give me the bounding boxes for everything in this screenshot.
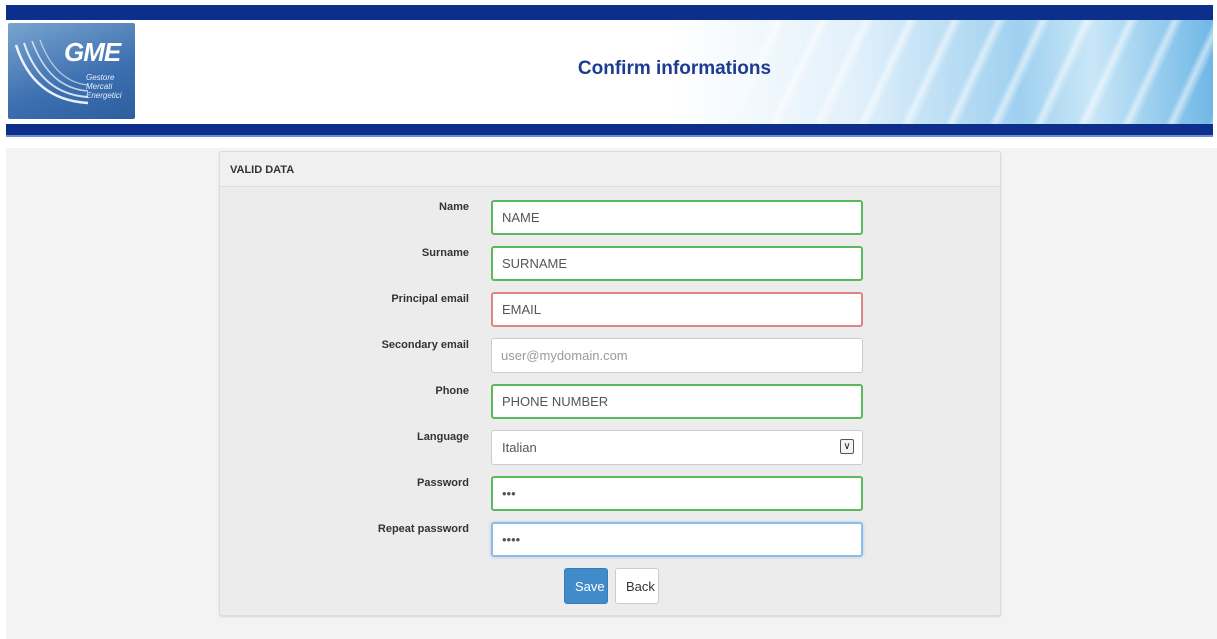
form-row-secondary-email: Secondary email (220, 338, 1002, 374)
principal-email-label: Principal email (391, 293, 469, 305)
language-select[interactable]: Italian ∨ (491, 430, 863, 465)
password-input[interactable] (491, 476, 863, 511)
page-title: Confirm informations (577, 58, 772, 79)
form-row-language: Language Italian ∨ (220, 430, 1002, 466)
header-top-bar (6, 5, 1213, 20)
save-button[interactable]: Save (564, 568, 608, 604)
repeat-password-input[interactable] (491, 522, 863, 557)
back-button[interactable]: Back (615, 568, 659, 604)
phone-input[interactable] (491, 384, 863, 419)
chevron-down-icon[interactable]: ∨ (840, 439, 854, 454)
name-input[interactable] (491, 200, 863, 235)
surname-label: Surname (421, 247, 469, 259)
panel-heading: Valid data (220, 152, 1000, 187)
logo-subtitle-line: Mercati (86, 82, 113, 91)
secondary-email-input[interactable] (491, 338, 863, 373)
header-bottom-bar (6, 124, 1213, 135)
logo-subtitle-line: Energetici (86, 91, 122, 100)
form-actions: Save Back (220, 568, 1002, 604)
form-row-phone: Phone (220, 384, 1002, 420)
name-label: Name (439, 201, 469, 213)
language-label: Language (417, 431, 469, 443)
page-header: GME Gestore Mercati Energetici Confirm i… (6, 20, 1213, 124)
valid-data-panel: Valid data Name Surname Principal email … (219, 151, 1001, 616)
form-row-name: Name (220, 200, 1002, 236)
form-row-password: Password (220, 476, 1002, 512)
form-row-repeat-password: Repeat password (220, 522, 1002, 558)
secondary-email-label: Secondary email (381, 339, 469, 351)
phone-label: Phone (435, 385, 469, 397)
form-row-principal-email: Principal email (220, 292, 1002, 328)
principal-email-input[interactable] (491, 292, 863, 327)
language-selected-value: Italian (491, 430, 863, 465)
form-row-surname: Surname (220, 246, 1002, 282)
password-label: Password (417, 477, 469, 489)
main-content: Valid data Name Surname Principal email … (6, 148, 1217, 639)
header-divider (6, 135, 1213, 137)
surname-input[interactable] (491, 246, 863, 281)
repeat-password-label: Repeat password (377, 523, 469, 535)
